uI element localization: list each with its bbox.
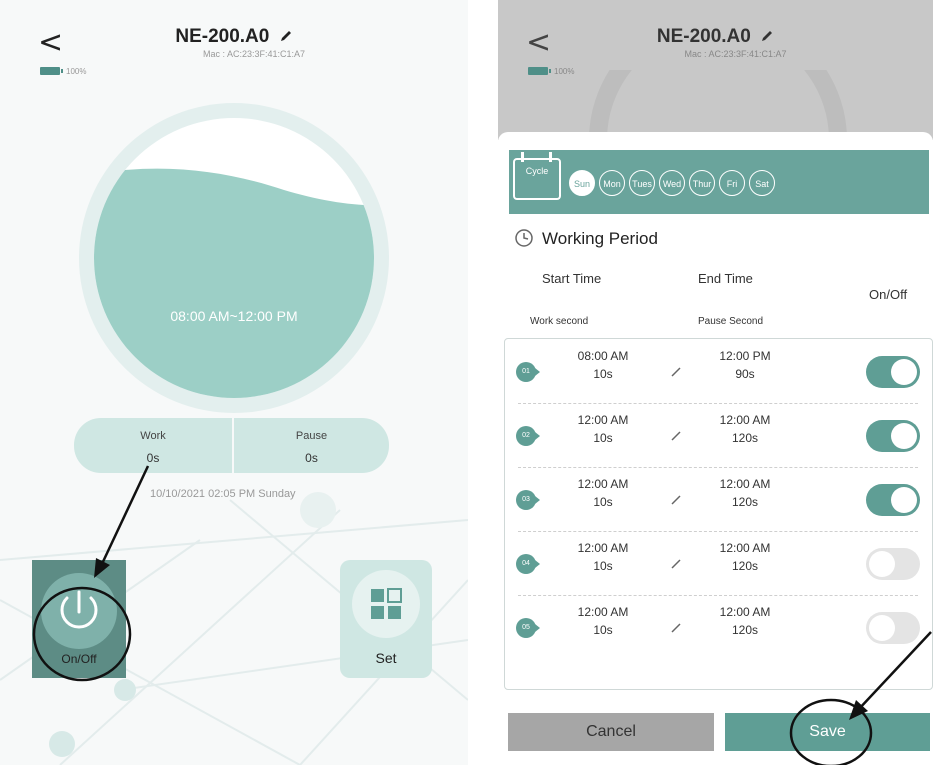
- annotation-arrow: [99, 465, 150, 567]
- annotation-overlay-right: [789, 631, 932, 765]
- annotation-overlay: [32, 465, 150, 682]
- device-home-screen: < NE-200.A0 Mac : AC:23:3F:41:C1:A7 100%…: [0, 0, 468, 765]
- schedule-screen: < NE-200.A0 Mac : AC:23:3F:41:C1:A7 100%…: [498, 0, 933, 765]
- save-annotation-arrow: [857, 631, 932, 711]
- arrow-head: [94, 558, 110, 578]
- highlight-circle: [32, 586, 132, 682]
